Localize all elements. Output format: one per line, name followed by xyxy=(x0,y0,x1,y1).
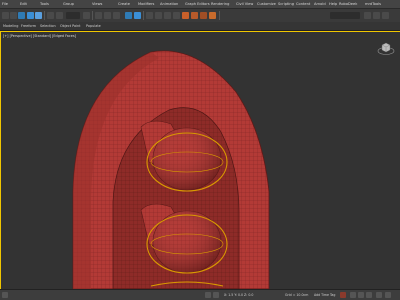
tab-populate[interactable]: Populate xyxy=(86,24,101,28)
pivot-icon[interactable] xyxy=(83,12,90,19)
menu-mrdtools[interactable]: mrdTools xyxy=(365,2,381,6)
menu-edit[interactable]: Edit xyxy=(20,2,27,6)
toolbar-separator xyxy=(143,11,144,20)
menu-bar: File Edit Tools Group Views Create Modif… xyxy=(0,0,400,8)
menu-views[interactable]: Views xyxy=(92,2,102,6)
select-move-icon[interactable] xyxy=(35,12,42,19)
material-editor-icon[interactable] xyxy=(182,12,189,19)
lens-sphere-1 xyxy=(152,127,222,191)
help-icon[interactable] xyxy=(382,12,389,19)
menu-arnold[interactable]: Arnold xyxy=(314,2,326,6)
add-time-tag[interactable]: Add Time Tag xyxy=(314,293,335,297)
redo-icon[interactable] xyxy=(10,12,17,19)
percent-snap-icon[interactable] xyxy=(113,12,120,19)
coordinate-readout: X: 1.5 Y: 0.0 Z: 0.0 xyxy=(224,293,254,297)
rendered-frame-icon[interactable] xyxy=(200,12,207,19)
render-setup-icon[interactable] xyxy=(191,12,198,19)
reference-coord-icon[interactable] xyxy=(66,12,80,19)
menu-help[interactable]: Help xyxy=(329,2,337,6)
toolbar-separator xyxy=(219,11,220,20)
tab-modeling[interactable]: Modeling xyxy=(3,24,18,28)
align-icon[interactable] xyxy=(134,12,141,19)
select-rotate-icon[interactable] xyxy=(47,12,54,19)
menu-group[interactable]: Group xyxy=(63,2,74,6)
menu-civil-view[interactable]: Civil View xyxy=(236,2,253,6)
maximize-viewport-icon[interactable] xyxy=(385,292,391,298)
viewport-label[interactable]: [+] [Perspective] [Standard] [Edged Face… xyxy=(3,34,76,38)
abs-mode-icon[interactable] xyxy=(213,292,219,298)
select-object-icon[interactable] xyxy=(27,12,34,19)
menu-file[interactable]: File xyxy=(2,2,8,6)
auto-key-button[interactable] xyxy=(340,292,346,298)
menu-robodeek[interactable]: RoboDeek xyxy=(339,2,357,6)
graphite-toggle-icon[interactable] xyxy=(155,12,162,19)
tab-object-paint[interactable]: Object Paint xyxy=(60,24,81,28)
tab-selection[interactable]: Selection xyxy=(40,24,56,28)
main-toolbar xyxy=(0,8,400,23)
grid-size: Grid = 10.0cm xyxy=(285,293,309,297)
isolate-icon[interactable] xyxy=(205,292,211,298)
menu-animation[interactable]: Animation xyxy=(160,2,178,6)
menu-graph-editors[interactable]: Graph Editors xyxy=(185,2,210,6)
prev-frame-icon[interactable] xyxy=(350,292,356,298)
render-icon[interactable] xyxy=(209,12,216,19)
toolbar-separator xyxy=(92,11,93,20)
orbit-icon[interactable] xyxy=(376,292,382,298)
menu-content[interactable]: Content xyxy=(296,2,310,6)
snap-toggle-icon[interactable] xyxy=(95,12,102,19)
user-icon[interactable] xyxy=(364,12,371,19)
perspective-viewport[interactable]: [+] [Perspective] [Standard] [Edged Face… xyxy=(0,31,400,289)
workspace-dropdown-icon[interactable] xyxy=(330,12,360,19)
menu-customize[interactable]: Customize xyxy=(257,2,276,6)
lock-selection-icon[interactable] xyxy=(2,292,8,298)
menu-rendering[interactable]: Rendering xyxy=(211,2,229,6)
viewcube-icon[interactable] xyxy=(377,42,395,56)
next-frame-icon[interactable] xyxy=(366,292,372,298)
tab-freeform[interactable]: Freeform xyxy=(21,24,36,28)
schematic-view-icon[interactable] xyxy=(173,12,180,19)
menu-tools[interactable]: Tools xyxy=(40,2,49,6)
menu-scripting[interactable]: Scripting xyxy=(278,2,294,6)
menu-modifiers[interactable]: Modifiers xyxy=(138,2,154,6)
curve-editor-icon[interactable] xyxy=(164,12,171,19)
max-window: File Edit Tools Group Views Create Modif… xyxy=(0,0,400,300)
status-bar: X: 1.5 Y: 0.0 Z: 0.0 Grid = 10.0cm Add T… xyxy=(0,289,400,300)
mirror-icon[interactable] xyxy=(125,12,132,19)
link-icon[interactable] xyxy=(18,12,25,19)
toolbar-separator xyxy=(44,11,45,20)
layer-explorer-icon[interactable] xyxy=(146,12,153,19)
play-icon[interactable] xyxy=(358,292,364,298)
settings-icon[interactable] xyxy=(373,12,380,19)
undo-icon[interactable] xyxy=(2,12,9,19)
angle-snap-icon[interactable] xyxy=(104,12,111,19)
select-scale-icon[interactable] xyxy=(56,12,63,19)
ribbon: Modeling Freeform Selection Object Paint… xyxy=(0,22,400,31)
viewport-scene xyxy=(72,50,270,289)
menu-create[interactable]: Create xyxy=(118,2,130,6)
